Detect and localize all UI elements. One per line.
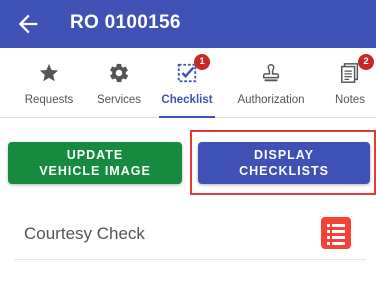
tab-notes[interactable]: 2 Notes — [322, 48, 376, 118]
tab-bar: n Requests Services 1 Checklist Authoriz… — [0, 48, 376, 118]
notes-badge: 2 — [358, 54, 374, 70]
star-icon — [39, 63, 59, 82]
display-checklists-label: DISPLAY CHECKLISTS — [239, 148, 329, 178]
arrow-left-icon[interactable] — [14, 10, 42, 38]
tab-checklist[interactable]: 1 Checklist — [154, 48, 220, 118]
tab-checklist-label: Checklist — [161, 94, 213, 106]
tab-authorization[interactable]: Authorization — [228, 48, 314, 118]
checklist-item[interactable]: Courtesy Check — [14, 210, 366, 260]
active-tab-indicator — [159, 116, 215, 118]
tab-offscreen[interactable]: n — [0, 48, 10, 118]
notes-icon — [341, 63, 359, 83]
tab-authorization-label: Authorization — [237, 94, 305, 106]
tab-offscreen-label: n — [0, 94, 10, 106]
tab-services[interactable]: Services — [84, 48, 154, 118]
stamp-icon — [262, 64, 280, 82]
tab-requests-label: Requests — [24, 94, 74, 106]
app-bar: RO 0100156 — [0, 0, 376, 48]
tab-services-label: Services — [96, 94, 142, 106]
checklist-badge: 1 — [194, 54, 210, 70]
display-checklists-button[interactable]: DISPLAY CHECKLISTS — [198, 142, 370, 184]
page-title: RO 0100156 — [70, 12, 181, 33]
list-icon[interactable] — [321, 217, 351, 249]
update-vehicle-image-button[interactable]: UPDATE VEHICLE IMAGE — [8, 142, 182, 184]
checklist-item-label: Courtesy Check — [24, 224, 145, 243]
tab-notes-label: Notes — [334, 94, 366, 106]
gear-icon — [110, 63, 129, 83]
update-vehicle-image-label: UPDATE VEHICLE IMAGE — [39, 148, 151, 178]
tab-requests[interactable]: Requests — [14, 48, 84, 118]
